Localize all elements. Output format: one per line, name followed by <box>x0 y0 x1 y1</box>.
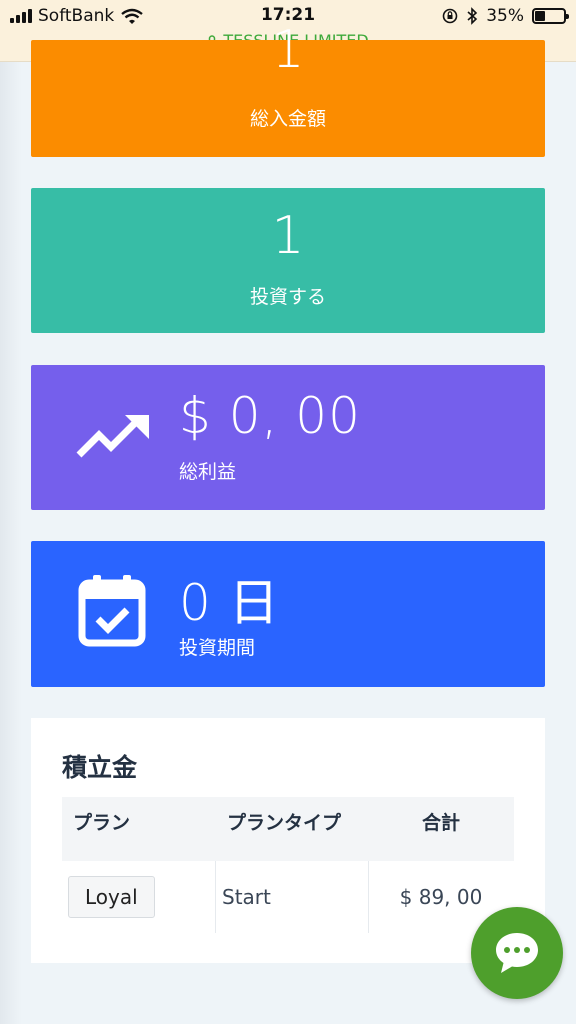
chat-bubble-icon <box>496 933 538 973</box>
plan-button[interactable]: Loyal <box>68 876 155 918</box>
chat-button[interactable] <box>471 907 563 999</box>
column-header-total: 合計 <box>421 812 460 834</box>
cell-plan-type: Start <box>222 885 271 909</box>
total-profit-label: 総利益 <box>179 461 237 483</box>
invest-label: 投資する <box>249 286 326 308</box>
page-edge-shade <box>0 62 22 1024</box>
trending-up-icon <box>76 415 149 458</box>
column-header-plan-type: プランタイプ <box>227 812 342 834</box>
savings-title: 積立金 <box>62 753 138 782</box>
column-header-plan: プラン <box>73 812 131 834</box>
total-deposit-label: 総入金額 <box>249 108 326 130</box>
table-header: プラン プランタイプ 合計 <box>62 797 514 861</box>
column-divider <box>215 861 216 933</box>
cell-plan: Loyal <box>68 861 155 933</box>
total-deposit-card: 1 総入金額 <box>31 20 545 157</box>
invest-card: 1 投資する <box>31 188 545 333</box>
table-row: Loyal Start $ 89, 00 <box>62 861 514 933</box>
total-deposit-value: 1 <box>271 20 305 80</box>
invest-period-label: 投資期間 <box>179 637 256 659</box>
total-profit-card: $ 0, 00 総利益 <box>31 365 545 510</box>
calendar-check-icon <box>78 575 146 647</box>
invest-value: 1 <box>271 206 305 266</box>
total-profit-value: $ 0, 00 <box>179 387 361 445</box>
invest-period-card: 0 日 投資期間 <box>31 541 545 687</box>
savings-panel: 積立金 プラン プランタイプ 合計 Loyal Start $ 89, 00 <box>31 718 545 963</box>
invest-period-value: 0 日 <box>179 574 280 632</box>
